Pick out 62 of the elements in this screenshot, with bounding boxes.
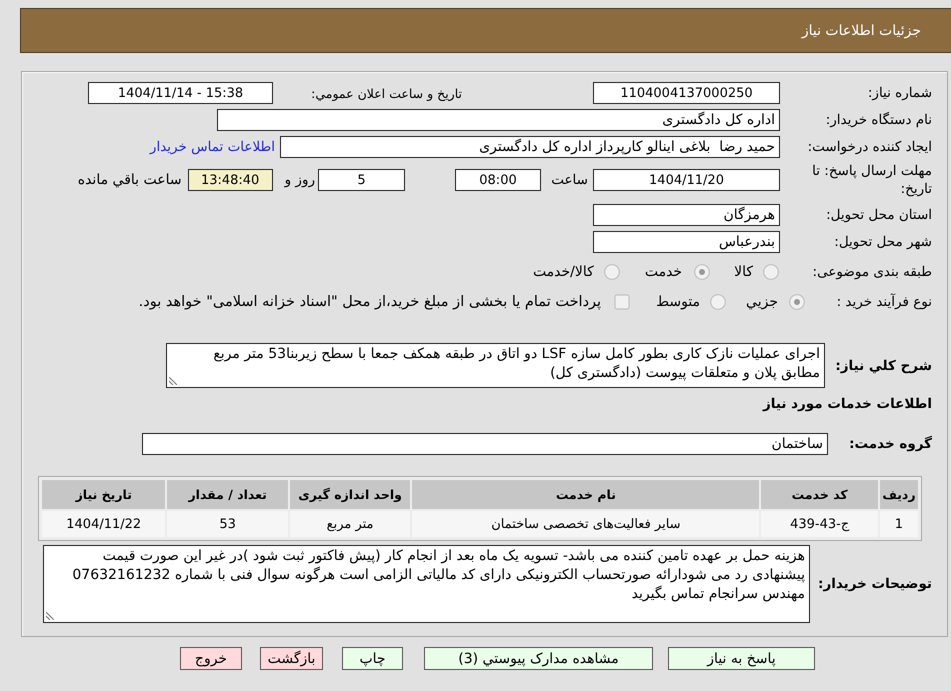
contact-link[interactable]: اطلاعات تماس خریدار: [150, 139, 275, 155]
option-label: خدمت: [644, 264, 682, 280]
field-label: طبقه بندی موضوعی:: [812, 263, 932, 281]
province-field[interactable]: هرمزگان: [593, 204, 780, 226]
radio-button[interactable]: [710, 294, 726, 310]
table-cell: 1: [880, 511, 918, 537]
section-title: اطلاعات خدمات مورد نیاز: [762, 396, 932, 412]
action-button[interactable]: مشاهده مدارک پیوستي (3): [424, 647, 653, 670]
buyer-org-field[interactable]: اداره کل دادگستری: [217, 109, 780, 131]
column-header: کد خدمت: [761, 480, 878, 509]
radio-button[interactable]: [694, 264, 710, 280]
option-label: جزيي: [746, 294, 778, 310]
field-label: استان محل تحویل:: [825, 206, 932, 224]
column-header: واحد اندازه گیری: [290, 480, 410, 509]
deadline-time-field[interactable]: 08:00: [455, 169, 541, 191]
field-label: ساعت: [550, 172, 588, 188]
field-label: گروه خدمت:: [848, 435, 932, 453]
checkbox[interactable]: [614, 294, 630, 310]
table-cell: 53: [167, 511, 288, 537]
field-label: تاريخ و ساعت اعلان عمومي:: [310, 86, 462, 100]
action-button[interactable]: چاپ: [342, 647, 403, 670]
deadline-date-field[interactable]: 1404/11/20: [593, 169, 780, 191]
column-header: تعداد / مقدار: [167, 480, 288, 509]
field-label: نام دستگاه خریدار:: [824, 111, 932, 129]
option-label: کالا: [734, 264, 753, 280]
field-label: نوع فرآیند خرید :: [836, 293, 932, 311]
notes-field[interactable]: هزینه حمل بر عهده تامین کننده می باشد- تسویه یک ماه بعد از انجام کار (پیش فاکتور ثبت شود )در غیر این صورت قیمت پیشنهادی رد می شودارائه صورتحساب الکترونیکی دارای کد مالیاتی الزامی است هرگونه سوال فنی با شماره 07632161232 مهندس سرانجام تماس بگیرید: [43, 545, 810, 623]
city-field[interactable]: بندرعباس: [593, 231, 780, 253]
requester-field[interactable]: حمید رضا بلاغی اینالو کارپرداز اداره کل دادگستری: [280, 136, 780, 158]
service-group-field[interactable]: ساختمان: [142, 433, 828, 455]
radio-button[interactable]: [789, 294, 805, 310]
radio-button[interactable]: [763, 264, 779, 280]
resize-grip-icon[interactable]: [169, 377, 177, 385]
checkbox-label: پرداخت تمام یا بخشی از مبلغ خرید،از محل "اسناد خزانه اسلامی" خواهد بود.: [138, 294, 602, 310]
field-label: شرح کلي نياز:: [834, 356, 932, 374]
table-cell: 1404/11/22: [42, 511, 166, 537]
action-button[interactable]: پاسخ به نیاز: [668, 647, 815, 670]
field-label: شماره نیاز:: [866, 84, 932, 102]
field-label: ایجاد کننده درخواست:: [806, 138, 932, 156]
field-label: مهلت ارسال پاسخ: تا تاریخ:: [811, 162, 932, 198]
remaining-time-field: 13:48:40: [188, 169, 273, 191]
need-number-field[interactable]: 1104004137000250: [593, 82, 780, 104]
option-label: کالا/خدمت: [532, 264, 594, 280]
option-label: متوسط: [656, 294, 700, 310]
table-cell: متر مربع: [290, 511, 410, 537]
radio-button[interactable]: [604, 264, 620, 280]
cancel-button[interactable]: بازگشت: [260, 647, 323, 670]
days-field[interactable]: 5: [318, 169, 405, 191]
field-label: شهر محل تحویل:: [833, 233, 932, 251]
resize-grip-icon[interactable]: [46, 612, 54, 620]
field-label: روز و: [284, 172, 315, 188]
field-label: ساعت باقي مانده: [78, 172, 182, 188]
column-header: نام خدمت: [412, 480, 760, 509]
column-header: ردیف: [880, 480, 918, 509]
table-cell: سایر فعالیت‌های تخصصی ساختمان: [412, 511, 760, 537]
announce-date-field[interactable]: 1404/11/14 - 15:38: [88, 82, 273, 104]
page-title: جزئیات اطلاعات نیاز: [802, 22, 921, 38]
table-cell: ج-43-439: [761, 511, 878, 537]
cancel-button[interactable]: خروج: [180, 647, 242, 670]
description-field[interactable]: اجرای عملیات نازک کاری بطور کامل سازه LSF دو اتاق در طبقه همکف جمعا با سطح زیربنا53 متر مربع مطابق پلان و متعلقات پیوست (دادگستری کل): [166, 343, 825, 388]
field-label: توضیحات خریدار:: [817, 575, 932, 593]
column-header: تاریخ نیاز: [42, 480, 166, 509]
